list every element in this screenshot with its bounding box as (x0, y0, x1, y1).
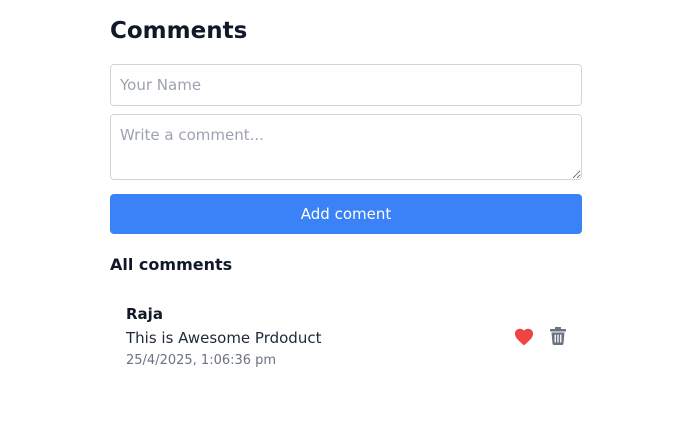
comment-author: Raja (126, 305, 163, 323)
comment-textarea[interactable] (110, 114, 582, 180)
comment-text: This is Awesome Prdoduct (126, 329, 322, 347)
comment-item: Raja This is Awesome Prdoduct 25/4/2025,… (110, 296, 582, 380)
add-comment-button[interactable]: Add coment (110, 194, 582, 234)
delete-button[interactable] (550, 327, 566, 345)
name-input[interactable] (110, 64, 582, 106)
page-title: Comments (110, 18, 248, 44)
comment-timestamp: 25/4/2025, 1:06:36 pm (126, 353, 277, 368)
heart-icon (514, 328, 534, 346)
trash-icon (550, 327, 566, 345)
all-comments-heading: All comments (110, 255, 233, 274)
like-button[interactable] (513, 326, 535, 346)
